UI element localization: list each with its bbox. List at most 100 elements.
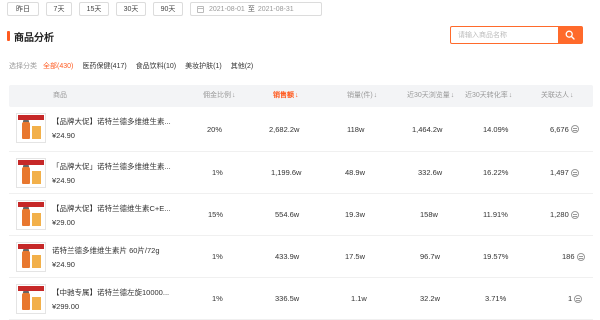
influencer-count: 1,280 xyxy=(550,210,569,219)
product-name[interactable]: 「品牌大促」诺特兰德多维维生素... xyxy=(52,161,188,172)
influencer-count: 1,497 xyxy=(550,168,569,177)
cell-volume: 48.9w xyxy=(345,168,366,177)
sort-icon: ↓ xyxy=(570,92,574,99)
cell-sales: 2,682.2w xyxy=(269,124,300,134)
date-btn-7d[interactable]: 7天 xyxy=(46,2,72,16)
search-input[interactable] xyxy=(451,27,558,43)
sort-icon: ↓ xyxy=(508,92,513,99)
product-name[interactable]: 【中驰专属】诺特兰德左旋10000... xyxy=(52,287,188,298)
table-row[interactable]: 诺特兰德多维维生素片 60片/72g ¥24.90 1% 433.9w 17.5… xyxy=(9,236,593,278)
product-price: ¥24.90 xyxy=(52,131,75,140)
cell-commission: 1% xyxy=(212,294,223,303)
cell-views: 32.2w xyxy=(420,294,441,303)
product-name[interactable]: 【品牌大促】诺特兰德维生素C+E... xyxy=(52,203,188,214)
cell-volume: 1.1w xyxy=(351,294,367,303)
col-volume-label: 销量(件) xyxy=(347,92,373,99)
cell-volume: 17.5w xyxy=(345,252,366,261)
title-accent-bar xyxy=(7,31,10,41)
category-all[interactable]: 全部(430) xyxy=(43,61,73,71)
col-sales-label: 销售额 xyxy=(273,92,294,99)
date-btn-90d[interactable]: 90天 xyxy=(153,2,183,16)
sort-icon: ↓ xyxy=(450,92,455,99)
cell-influencers: 186 xyxy=(562,236,585,277)
cell-views: 158w xyxy=(420,210,438,219)
section-header: 商品分析 xyxy=(0,25,600,47)
date-btn-30d[interactable]: 30天 xyxy=(116,2,146,16)
table-row[interactable]: 【品牌大促】诺特兰德维生素C+E... ¥29.00 15% 554.6w 19… xyxy=(9,194,593,236)
cell-conversion: 11.91% xyxy=(483,210,508,219)
sort-down-icon: ↓ xyxy=(295,92,299,99)
influencer-count: 6,676 xyxy=(550,124,569,134)
col-sales[interactable]: 销售额↓ xyxy=(273,85,299,107)
product-thumbnail[interactable] xyxy=(16,158,46,188)
col-influencers-label: 关联达人 xyxy=(541,92,569,99)
product-price: ¥24.90 xyxy=(52,260,75,269)
influencer-count: 186 xyxy=(562,252,575,261)
cell-views: 1,464.2w xyxy=(412,124,443,134)
category-food[interactable]: 食品饮料(10) xyxy=(136,61,176,71)
cell-influencers: 6,676 xyxy=(550,107,579,151)
cell-conversion: 14.09% xyxy=(483,124,509,134)
col-commission-label: 佣金比例 xyxy=(203,92,231,99)
product-thumbnail[interactable] xyxy=(16,284,46,314)
col-views-label: 近30天浏览量 xyxy=(407,92,450,99)
date-btn-yesterday[interactable]: 昨日 xyxy=(7,2,39,16)
more-icon[interactable] xyxy=(570,168,579,177)
product-price: ¥299.00 xyxy=(52,302,80,311)
cell-commission: 15% xyxy=(208,210,224,219)
more-icon[interactable] xyxy=(570,125,579,133)
category-filter: 选择分类 全部(430) 医药保健(417) 食品饮料(10) 美妆护肤(1) … xyxy=(9,60,262,72)
more-icon[interactable] xyxy=(576,252,585,261)
product-table: 商品 佣金比例↓ 销售额↓ 销量(件)↓ 近30天浏览量↓ 近30天转化率↓ 关… xyxy=(9,85,593,320)
more-icon[interactable] xyxy=(574,294,583,303)
product-price: ¥29.00 xyxy=(52,218,75,227)
date-btn-15d[interactable]: 15天 xyxy=(79,2,109,16)
more-icon[interactable] xyxy=(570,210,579,219)
category-health[interactable]: 医药保健(417) xyxy=(82,61,126,71)
cell-commission: 20% xyxy=(207,124,223,134)
date-range-picker[interactable]: 2021-08-01 至 2021-08-31 xyxy=(190,2,322,16)
cell-influencers: 1 xyxy=(568,278,583,319)
calendar-icon xyxy=(197,5,204,13)
category-label: 选择分类 xyxy=(9,63,37,70)
col-views[interactable]: 近30天浏览量↓ xyxy=(407,85,454,107)
category-beauty[interactable]: 美妆护肤(1) xyxy=(185,61,222,71)
col-commission[interactable]: 佣金比例↓ xyxy=(203,85,236,107)
product-price: ¥24.90 xyxy=(52,176,75,185)
sort-icon: ↓ xyxy=(373,92,378,99)
category-other[interactable]: 其他(2) xyxy=(231,61,254,71)
cell-influencers: 1,280 xyxy=(550,194,579,235)
col-conversion[interactable]: 近30天转化率↓ xyxy=(465,85,512,107)
cell-conversion: 16.22% xyxy=(483,168,509,177)
search-box xyxy=(450,26,583,44)
cell-views: 96.7w xyxy=(420,252,441,261)
cell-views: 332.6w xyxy=(418,168,443,177)
product-thumbnail[interactable] xyxy=(16,200,46,230)
date-separator: 至 xyxy=(247,6,255,13)
cell-sales: 554.6w xyxy=(275,210,300,219)
start-date: 2021-08-01 xyxy=(209,5,245,13)
search-button[interactable] xyxy=(558,27,582,43)
table-row[interactable]: 【中驰专属】诺特兰德左旋10000... ¥299.00 1% 336.5w 1… xyxy=(9,278,593,320)
cell-sales: 433.9w xyxy=(275,252,300,261)
influencer-count: 1 xyxy=(568,294,573,303)
cell-commission: 1% xyxy=(212,168,223,177)
cell-commission: 1% xyxy=(212,252,223,261)
cell-conversion: 3.71% xyxy=(485,294,507,303)
product-name[interactable]: 【品牌大促】诺特兰德多维维生素... xyxy=(52,116,188,127)
cell-conversion: 19.57% xyxy=(483,252,509,261)
table-row[interactable]: 【品牌大促】诺特兰德多维维生素... ¥24.90 20% 2,682.2w 1… xyxy=(9,107,593,152)
col-product: 商品 xyxy=(53,92,67,99)
end-date: 2021-08-31 xyxy=(257,5,294,13)
table-row[interactable]: 「品牌大促」诺特兰德多维维生素... ¥24.90 1% 1,199.6w 48… xyxy=(9,152,593,194)
col-volume[interactable]: 销量(件)↓ xyxy=(347,85,377,107)
col-conversion-label: 近30天转化率 xyxy=(465,92,508,99)
product-thumbnail[interactable] xyxy=(16,113,46,143)
product-thumbnail[interactable] xyxy=(16,242,46,272)
col-influencers[interactable]: 关联达人↓ xyxy=(541,85,574,107)
cell-influencers: 1,497 xyxy=(550,152,579,193)
sort-icon: ↓ xyxy=(232,92,236,99)
date-filter-bar: 昨日 7天 15天 30天 90天 2021-08-01 至 2021-08-3… xyxy=(7,0,322,18)
cell-volume: 19.3w xyxy=(345,210,366,219)
product-name[interactable]: 诺特兰德多维维生素片 60片/72g xyxy=(52,245,188,256)
